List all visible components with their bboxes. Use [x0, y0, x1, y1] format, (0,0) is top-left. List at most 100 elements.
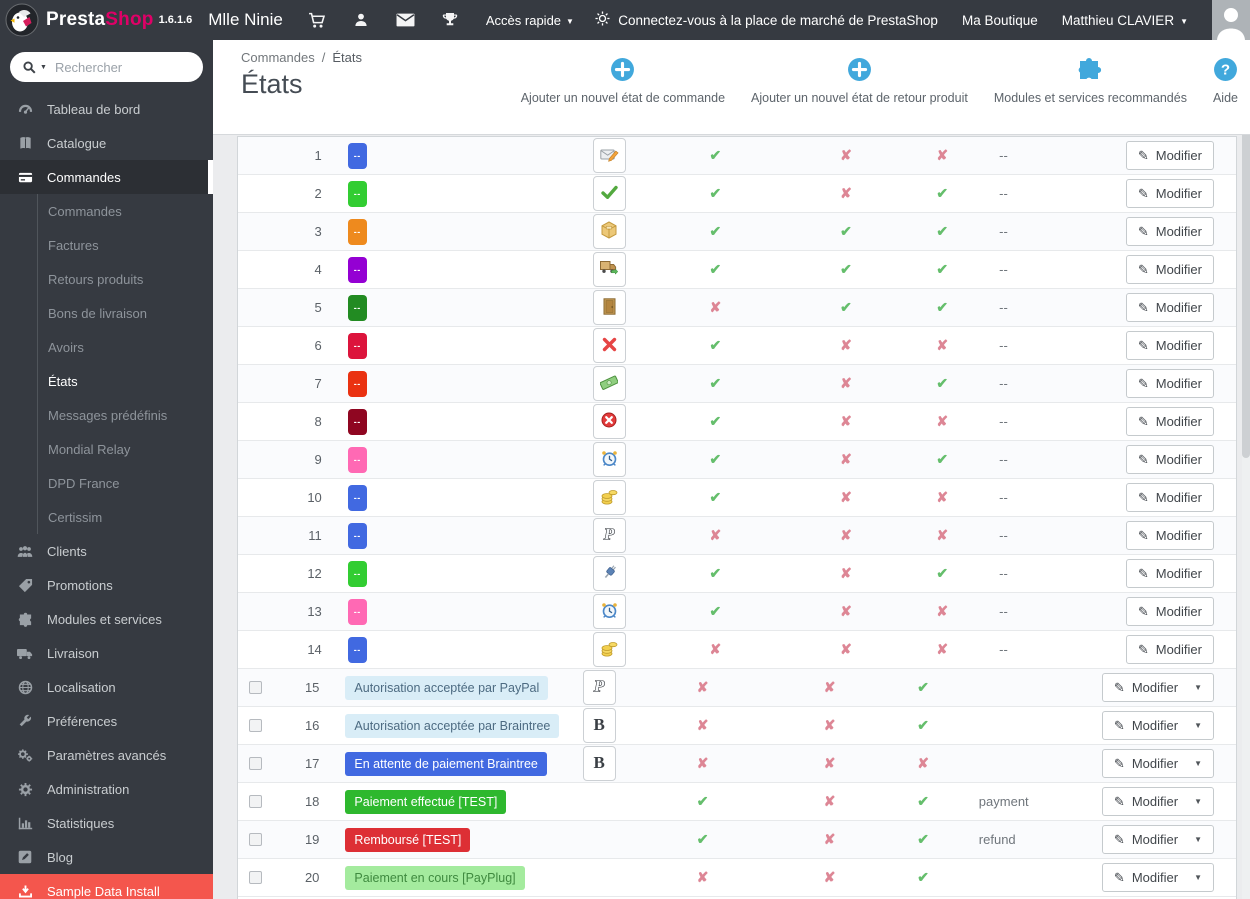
status-id: 8	[314, 414, 322, 429]
no-icon: ✘	[696, 869, 709, 885]
modifier-button[interactable]: ✎ Modifier	[1125, 559, 1214, 588]
row-checkbox[interactable]	[248, 833, 262, 846]
modifier-button[interactable]: ✎ Modifier	[1125, 255, 1214, 284]
email-icon[interactable]	[396, 13, 415, 27]
row-checkbox[interactable]	[248, 795, 262, 808]
sidebar-item-localisation[interactable]: Localisation	[0, 670, 213, 704]
sidebar-subitem-tats[interactable]: États	[38, 364, 213, 398]
trophy-icon[interactable]	[442, 12, 458, 28]
sidebar-subitem-retours-produits[interactable]: Retours produits	[38, 262, 213, 296]
sidebar-subitem-avoirs[interactable]: Avoirs	[38, 330, 213, 364]
status-icon-box	[592, 632, 626, 667]
dropdown-caret-icon[interactable]: ▼	[1194, 797, 1202, 806]
sidebar-subitem-certissim[interactable]: Certissim	[38, 500, 213, 534]
search-input[interactable]	[54, 59, 173, 75]
scrollbar[interactable]	[1242, 40, 1250, 899]
modifier-button[interactable]: ✎ Modifier ▼	[1101, 749, 1214, 778]
modifier-button[interactable]: ✎ Modifier	[1125, 293, 1214, 322]
sidebar-item-sample-data-install[interactable]: Sample Data Install	[0, 874, 213, 899]
sidebar-item-modules-et-services[interactable]: Modules et services	[0, 602, 213, 636]
modifier-button[interactable]: ✎ Modifier	[1125, 331, 1214, 360]
breadcrumb-commandes[interactable]: Commandes	[241, 50, 315, 65]
sidebar-item-clients[interactable]: Clients	[0, 534, 213, 568]
dropdown-caret-icon[interactable]: ▼	[1194, 683, 1202, 692]
sidebar-item-livraison[interactable]: Livraison	[0, 636, 213, 670]
shop-name[interactable]: Mlle Ninie	[208, 10, 283, 30]
sidebar-item-commandes[interactable]: Commandes	[0, 160, 213, 194]
help-button[interactable]: ? Aide	[1213, 56, 1238, 105]
svg-text:B: B	[594, 753, 605, 771]
id-cell: 4	[274, 262, 322, 277]
quick-access-menu[interactable]: Accès rapide ▼	[486, 13, 574, 28]
stats-icon	[16, 817, 34, 830]
row-checkbox[interactable]	[248, 871, 262, 884]
sidebar-item-promotions[interactable]: Promotions	[0, 568, 213, 602]
mark-cell: ✘	[779, 717, 881, 734]
mark-cell: ✔	[637, 223, 794, 240]
status-table: 1 -- ✔ ✘ ✘ -- ✎ Modifier 2 -- ✔ ✘ ✔ -- ✎ Modifier 3 -- ✔ ✔ ✔…	[237, 136, 1237, 899]
avatar[interactable]	[1212, 0, 1250, 40]
marketplace-link[interactable]: Connectez-vous à la place de marché de P…	[595, 11, 938, 29]
modifier-button[interactable]: ✎ Modifier	[1125, 635, 1214, 664]
modifier-button[interactable]: ✎ Modifier ▼	[1101, 787, 1214, 816]
modifier-button[interactable]: ✎ Modifier ▼	[1101, 825, 1214, 854]
mark-cell: ✘	[779, 831, 881, 848]
sidebar-subitem-dpd-france[interactable]: DPD France	[38, 466, 213, 500]
sidebar-subitem-commandes[interactable]: Commandes	[38, 194, 213, 228]
sidebar-item-administration[interactable]: Administration	[0, 772, 213, 806]
sidebar-subitem-bons-de-livraison[interactable]: Bons de livraison	[38, 296, 213, 330]
main-area: Commandes / États États Ajouter un nouvel …	[213, 40, 1250, 899]
search-icon[interactable]	[23, 60, 36, 74]
modifier-button[interactable]: ✎ Modifier ▼	[1101, 673, 1214, 702]
sidebar-item-tableau-de-bord[interactable]: Tableau de bord	[0, 92, 213, 126]
my-shop-link[interactable]: Ma Boutique	[962, 13, 1038, 28]
status-id: 12	[307, 566, 322, 581]
sidebar-item-statistiques[interactable]: Statistiques	[0, 806, 213, 840]
dropdown-caret-icon[interactable]: ▼	[1194, 721, 1202, 730]
add-return-status-button[interactable]: Ajouter un nouvel état de retour produit	[751, 56, 968, 105]
sidebar-item-catalogue[interactable]: Catalogue	[0, 126, 213, 160]
modifier-button[interactable]: ✎ Modifier	[1125, 483, 1214, 512]
mark-cell: ✘	[794, 489, 899, 506]
modifier-button[interactable]: ✎ Modifier	[1125, 597, 1214, 626]
row-checkbox[interactable]	[248, 757, 262, 770]
action-cell: ✎ Modifier	[1125, 141, 1236, 170]
status-id: 5	[314, 300, 322, 315]
row-checkbox[interactable]	[248, 681, 262, 694]
modifier-button[interactable]: ✎ Modifier	[1125, 369, 1214, 398]
customer-icon[interactable]	[353, 12, 369, 28]
sidebar-item-pr-f-rences[interactable]: Préférences	[0, 704, 213, 738]
add-order-status-button[interactable]: Ajouter un nouvel état de commande	[521, 56, 725, 105]
modifier-button[interactable]: ✎ Modifier ▼	[1101, 711, 1214, 740]
sidebar-subitem-messages-pr-d-finis[interactable]: Messages prédéfinis	[38, 398, 213, 432]
sidebar-subitem-mondial-relay[interactable]: Mondial Relay	[38, 432, 213, 466]
modifier-button[interactable]: ✎ Modifier	[1125, 445, 1214, 474]
user-menu[interactable]: Matthieu CLAVIER ▼	[1062, 13, 1188, 28]
dropdown-caret-icon[interactable]: ▼	[1194, 835, 1202, 844]
sidebar-subitem-factures[interactable]: Factures	[38, 228, 213, 262]
prestashop-logo[interactable]: PrestaShop 1.6.1.6	[0, 3, 192, 37]
dropdown-caret-icon[interactable]: ▼	[1194, 873, 1202, 882]
sidebar-item-blog[interactable]: Blog	[0, 840, 213, 874]
status-badge: Autorisation acceptée par Braintree	[345, 713, 560, 738]
modifier-button[interactable]: ✎ Modifier	[1125, 179, 1214, 208]
id-cell: 14	[274, 642, 321, 657]
modifier-button[interactable]: ✎ Modifier ▼	[1101, 863, 1214, 892]
modifier-button[interactable]: ✎ Modifier	[1125, 217, 1214, 246]
modifier-button[interactable]: ✎ Modifier	[1125, 407, 1214, 436]
pencil-icon: ✎	[1113, 869, 1125, 885]
row-checkbox[interactable]	[248, 719, 262, 732]
cart-icon[interactable]	[308, 12, 326, 29]
pencil-icon: ✎	[1137, 641, 1149, 657]
sidebar-item-param-tres-avanc-s[interactable]: Paramètres avancés	[0, 738, 213, 772]
recommended-modules-button[interactable]: Modules et services recommandés	[994, 56, 1187, 105]
modifier-button[interactable]: ✎ Modifier	[1125, 521, 1214, 550]
modifier-label: Modifier	[1131, 794, 1179, 809]
search-scope-caret-icon[interactable]: ▼	[40, 64, 47, 71]
marketplace-label: Connectez-vous à la place de marché de P…	[618, 12, 938, 28]
scrollbar-thumb[interactable]	[1242, 128, 1250, 458]
status-badge: --	[347, 598, 367, 625]
modifier-button[interactable]: ✎ Modifier	[1125, 141, 1214, 170]
name-cell: --	[322, 218, 581, 245]
dropdown-caret-icon[interactable]: ▼	[1194, 759, 1202, 768]
